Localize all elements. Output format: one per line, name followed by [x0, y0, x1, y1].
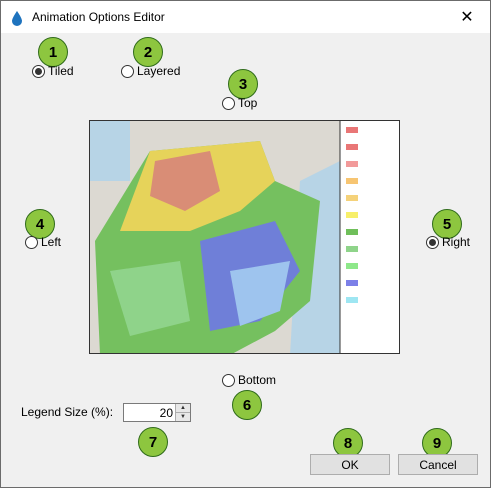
droplet-icon — [12, 11, 22, 26]
legend-swatch — [346, 263, 358, 269]
close-button[interactable]: ✕ — [444, 1, 490, 33]
radio-layered[interactable]: Layered — [121, 63, 180, 79]
legend-swatch — [346, 127, 358, 133]
legend-swatch — [346, 229, 358, 235]
radio-tiled[interactable]: Tiled — [32, 63, 74, 79]
legend-swatch — [346, 280, 358, 286]
animation-preview — [89, 120, 400, 354]
legend-swatch — [346, 178, 358, 184]
radio-selected-dot — [429, 238, 436, 246]
radio-bottom[interactable]: Bottom — [222, 372, 276, 388]
radio-layered-label: Layered — [137, 64, 181, 78]
radio-selected-dot — [35, 67, 42, 75]
radio-right-label: Right — [442, 235, 471, 249]
callout-7: 7 — [138, 427, 168, 457]
window-title: Animation Options Editor — [32, 10, 165, 24]
legend-swatch — [346, 195, 358, 201]
legend-swatch — [346, 144, 358, 150]
legend-swatch — [346, 297, 358, 303]
legend-size-value[interactable]: 20 — [160, 406, 173, 420]
title-bar: Animation Options Editor ✕ — [1, 1, 490, 33]
legend-size-spinner[interactable]: 20 ▲ ▼ — [123, 403, 191, 422]
legend-swatch — [346, 246, 358, 252]
spin-up-arrow-icon[interactable]: ▲ — [175, 404, 190, 413]
preview-map-image — [90, 121, 399, 353]
cancel-button[interactable]: Cancel — [398, 454, 478, 475]
callout-6: 6 — [232, 390, 262, 420]
radio-top[interactable]: Top — [222, 95, 257, 111]
radio-left-label: Left — [41, 235, 62, 249]
radio-left[interactable]: Left — [25, 234, 61, 250]
legend-swatch — [346, 212, 358, 218]
radio-bottom-label: Bottom — [238, 373, 277, 387]
ok-button[interactable]: OK — [310, 454, 390, 475]
legend-size-label: Legend Size (%): — [21, 405, 114, 419]
close-icon: ✕ — [460, 9, 474, 26]
radio-top-label: Top — [238, 96, 258, 110]
legend-swatch — [346, 161, 358, 167]
spin-down-arrow-icon[interactable]: ▼ — [175, 413, 190, 421]
radio-tiled-label: Tiled — [48, 64, 74, 78]
radio-right[interactable]: Right — [426, 234, 470, 250]
